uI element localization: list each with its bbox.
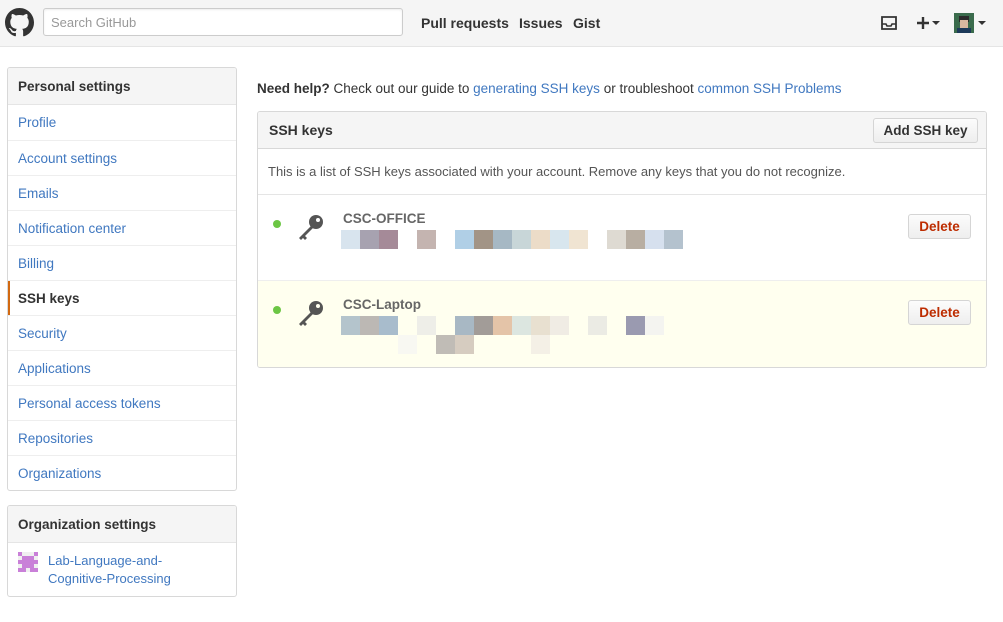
ssh-key-row-laptop: CSC-Laptop Delete: [258, 281, 986, 367]
organization-settings-heading: Organization settings: [8, 506, 236, 543]
delete-key-button[interactable]: Delete: [908, 300, 971, 325]
ssh-key-row-office: CSC-OFFICE Delete: [258, 195, 986, 281]
key-title: CSC-OFFICE: [343, 211, 426, 226]
plus-icon: [917, 17, 929, 29]
sidebar-item-repositories[interactable]: Repositories: [8, 420, 236, 455]
personal-settings-menu: Personal settings Profile Account setting…: [7, 67, 237, 491]
search-input[interactable]: [43, 8, 403, 36]
sidebar-item-organizations[interactable]: Organizations: [8, 455, 236, 490]
add-ssh-key-button[interactable]: Add SSH key: [873, 118, 978, 143]
redaction-pixel: [512, 316, 531, 335]
key-icon: [299, 215, 323, 240]
redaction-pixel: [645, 316, 664, 335]
nav-pull-requests[interactable]: Pull requests: [421, 15, 509, 31]
ssh-keys-panel-header: SSH keys Add SSH key: [258, 112, 986, 149]
redaction-pixel: [607, 230, 626, 249]
sidebar-item-billing[interactable]: Billing: [8, 245, 236, 280]
redaction-pixel: [474, 316, 493, 335]
key-status-indicator: [273, 220, 281, 228]
personal-settings-heading: Personal settings: [8, 68, 236, 105]
help-text: Need help? Check out our guide to genera…: [257, 81, 842, 96]
org-name-line2: Cognitive-Processing: [48, 571, 171, 586]
redaction-pixel: [398, 335, 417, 354]
redaction-pixel: [512, 230, 531, 249]
redaction-pixel: [455, 316, 474, 335]
chevron-down-icon: [932, 21, 940, 25]
generating-ssh-keys-link[interactable]: generating SSH keys: [473, 81, 600, 96]
key-icon: [299, 301, 323, 326]
redaction-pixel: [664, 230, 683, 249]
key-fingerprint-redacted: [341, 316, 691, 354]
ssh-keys-title: SSH keys: [269, 122, 333, 138]
redaction-pixel: [626, 316, 645, 335]
sidebar-item-applications[interactable]: Applications: [8, 350, 236, 385]
key-status-indicator: [273, 306, 281, 314]
redaction-pixel: [626, 230, 645, 249]
inbox-icon: [881, 16, 897, 30]
sidebar-item-profile[interactable]: Profile: [8, 105, 236, 140]
help-text-part: or troubleshoot: [599, 81, 698, 96]
redaction-pixel: [455, 230, 474, 249]
redaction-pixel: [341, 316, 360, 335]
ssh-keys-description: This is a list of SSH keys associated wi…: [258, 149, 986, 195]
sidebar-item-notification-center[interactable]: Notification center: [8, 210, 236, 245]
sidebar-item-emails[interactable]: Emails: [8, 175, 236, 210]
redaction-pixel: [550, 316, 569, 335]
nav-issues[interactable]: Issues: [519, 15, 563, 31]
redaction-pixel: [569, 230, 588, 249]
redaction-pixel: [379, 316, 398, 335]
redaction-pixel: [531, 335, 550, 354]
common-ssh-problems-link[interactable]: common SSH Problems: [698, 81, 842, 96]
nav-gist[interactable]: Gist: [573, 15, 600, 31]
org-avatar: [18, 552, 38, 572]
redaction-pixel: [455, 335, 474, 354]
chevron-down-icon: [978, 21, 986, 25]
redaction-pixel: [360, 230, 379, 249]
redaction-pixel: [531, 230, 550, 249]
redaction-pixel: [550, 230, 569, 249]
key-title: CSC-Laptop: [343, 297, 421, 312]
redaction-pixel: [493, 230, 512, 249]
org-item-lab-language[interactable]: Lab-Language-and- Cognitive-Processing: [8, 543, 236, 596]
redaction-pixel: [493, 316, 512, 335]
delete-key-button[interactable]: Delete: [908, 214, 971, 239]
org-name-line1: Lab-Language-and-: [48, 553, 163, 568]
top-header: Pull requests Issues Gist: [0, 0, 1003, 47]
redaction-pixel: [341, 230, 360, 249]
sidebar-item-security[interactable]: Security: [8, 315, 236, 350]
redaction-pixel: [417, 316, 436, 335]
user-menu-dropdown[interactable]: [954, 12, 986, 34]
redaction-pixel: [588, 316, 607, 335]
redaction-pixel: [531, 316, 550, 335]
redaction-pixel: [436, 335, 455, 354]
redaction-pixel: [379, 230, 398, 249]
inbox-button[interactable]: [880, 12, 898, 34]
octocat-logo-icon[interactable]: [5, 8, 34, 37]
redaction-pixel: [645, 230, 664, 249]
redaction-pixel: [360, 316, 379, 335]
need-help-label: Need help?: [257, 81, 330, 96]
help-text-part: Check out our guide to: [329, 81, 474, 96]
sidebar-item-personal-access-tokens[interactable]: Personal access tokens: [8, 385, 236, 420]
redaction-pixel: [474, 230, 493, 249]
organization-settings-menu: Organization settings Lab-Language-and- …: [7, 505, 237, 597]
key-fingerprint-redacted: [341, 230, 691, 266]
redaction-pixel: [417, 230, 436, 249]
avatar: [954, 13, 974, 33]
create-new-dropdown[interactable]: [916, 12, 940, 34]
sidebar-item-account-settings[interactable]: Account settings: [8, 140, 236, 175]
sidebar-item-ssh-keys[interactable]: SSH keys: [8, 280, 236, 315]
ssh-keys-panel: SSH keys Add SSH key This is a list of S…: [257, 111, 987, 368]
